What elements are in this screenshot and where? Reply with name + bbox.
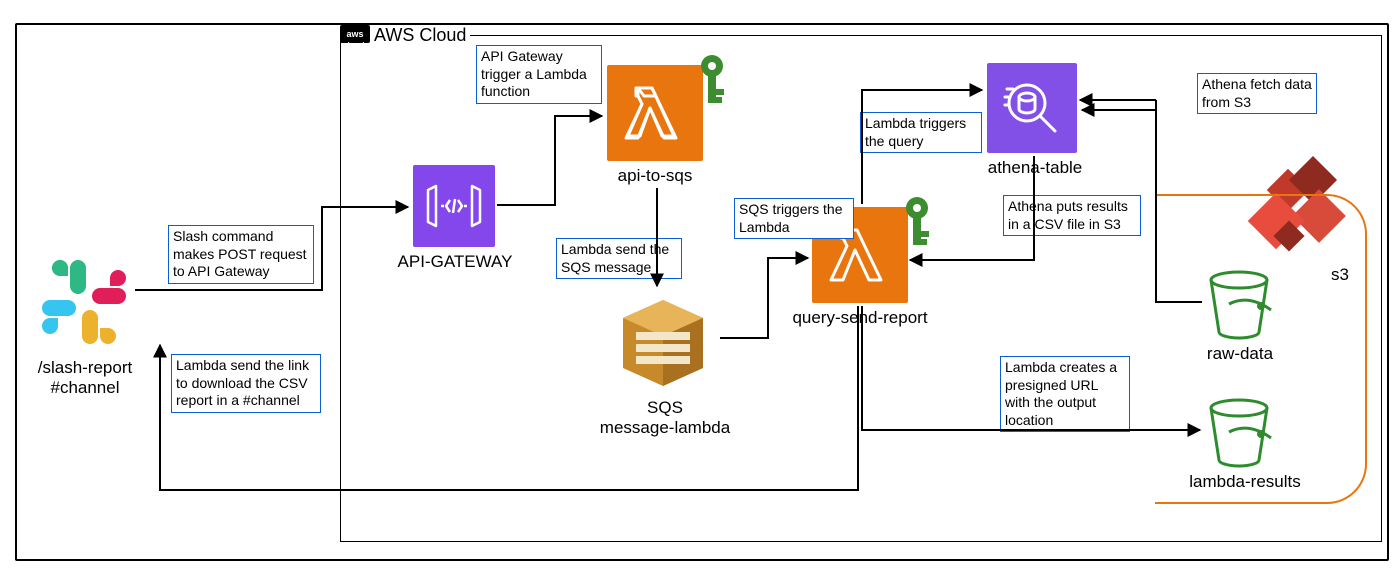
callout-gw-trigger: API Gateway trigger a Lambda function [476,45,602,104]
callout-lambda-query: Lambda triggers the query [860,112,982,153]
slack-command-label: /slash-report #channel [30,358,140,398]
callout-athena-fetch: Athena fetch data from S3 [1197,73,1317,114]
sqs-label-line2: message-lambda [600,418,730,437]
sqs-label: SQS message-lambda [585,398,745,438]
callout-sqs-trigger: SQS triggers the Lambda [734,198,854,239]
s3-group-border [1155,194,1367,504]
lambda2-label: query-send-report [780,308,940,328]
slack-channel-text: #channel [50,378,119,397]
api-gateway-label: API-GATEWAY [395,252,515,272]
callout-lambda-sqs: Lambda send the SQS message [556,238,682,279]
key-icon [900,195,934,255]
sqs-label-line1: SQS [647,398,683,417]
athena-label: athena-table [975,158,1095,178]
lambda1-label: api-to-sqs [600,166,710,186]
diagram-stage: aws AWS Cloud /slash-report #channel [0,0,1400,580]
aws-cloud-label: AWS Cloud [370,25,470,46]
athena-icon [987,63,1077,153]
key-icon [695,53,729,113]
slack-command-text: /slash-report [38,358,132,377]
slack-icon [34,252,134,352]
callout-athena-csv: Athena puts results in a CSV file in S3 [1003,195,1141,236]
callout-slash-post: Slash command makes POST request to API … [168,225,314,284]
callout-presigned: Lambda creates a presigned URL with the … [1000,356,1130,432]
lambda-api-to-sqs-icon [607,65,703,161]
callout-link-back: Lambda send the link to download the CSV… [171,354,321,413]
aws-logo-icon: aws [340,25,370,43]
api-gateway-icon [413,165,495,247]
sqs-icon [608,288,718,398]
